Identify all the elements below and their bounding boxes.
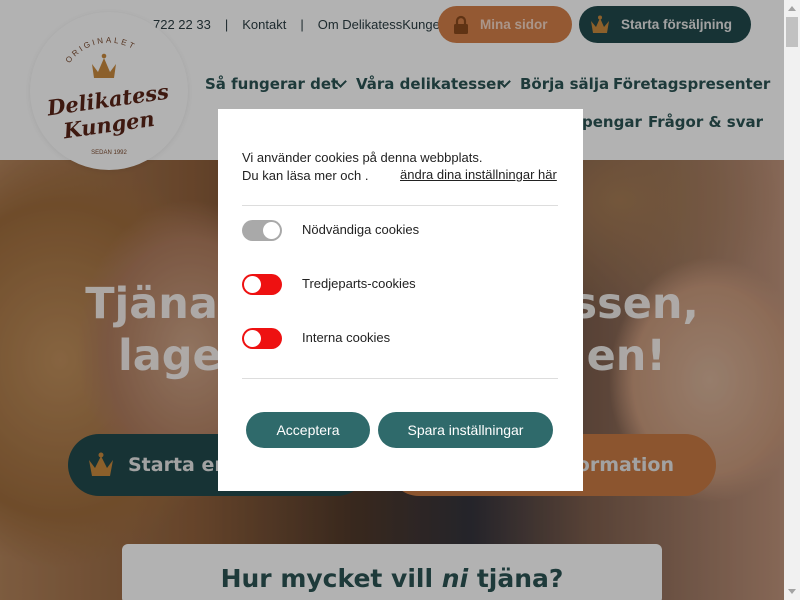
scroll-up-icon[interactable] <box>788 6 796 11</box>
toggle-knob <box>263 222 280 239</box>
scrollbar[interactable] <box>784 0 800 600</box>
toggle-knob <box>244 330 261 347</box>
divider <box>242 378 558 379</box>
necessary-cookies-label: Nödvändiga cookies <box>302 222 420 237</box>
save-settings-button[interactable]: Spara inställningar <box>378 412 553 448</box>
internal-cookies-toggle[interactable] <box>242 328 282 349</box>
scroll-down-icon[interactable] <box>788 589 796 594</box>
cookie-intro-line1: Vi använder cookies på denna webbplats. <box>242 150 483 165</box>
internal-cookies-label: Interna cookies <box>302 330 391 345</box>
third-party-cookies-toggle[interactable] <box>242 274 282 295</box>
scroll-thumb[interactable] <box>786 17 798 47</box>
change-settings-link[interactable]: ändra dina inställningar här <box>400 167 557 182</box>
necessary-cookies-toggle <box>242 220 282 241</box>
toggle-knob <box>244 276 261 293</box>
cookie-dialog: Vi använder cookies på denna webbplats. … <box>218 109 583 491</box>
third-party-cookies-label: Tredjeparts-cookies <box>302 276 416 291</box>
divider <box>242 205 558 206</box>
accept-button[interactable]: Acceptera <box>246 412 370 448</box>
